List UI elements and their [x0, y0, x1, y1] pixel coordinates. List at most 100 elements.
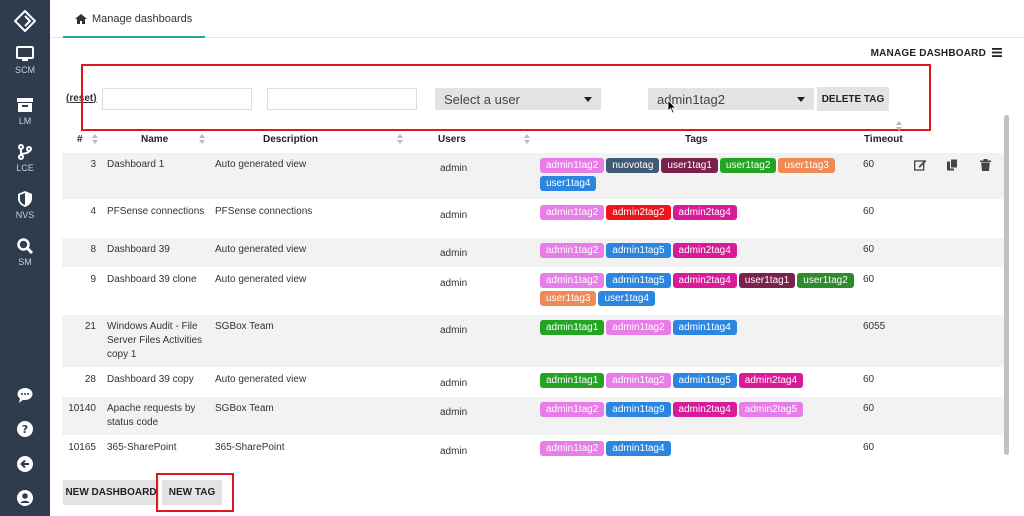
tag-badge[interactable]: admin1tag2: [540, 205, 605, 220]
svg-text:?: ?: [22, 423, 28, 436]
sort-icon[interactable]: [524, 134, 530, 144]
table-row[interactable]: 10165 365-SharePoint 365-SharePoint admin 60…: [62, 436, 1006, 463]
sidebar-item-scm[interactable]: SCM: [0, 46, 50, 75]
user-select-value: Select a user: [444, 92, 520, 107]
chat-button[interactable]: [0, 387, 50, 403]
table-row[interactable]: 4 PFSense connections PFSense connections a…: [62, 200, 1006, 237]
tag-badge[interactable]: user1tag3: [778, 158, 835, 173]
tag-badge[interactable]: admin1tag2: [540, 273, 605, 288]
tag-badge[interactable]: user1tag4: [598, 291, 655, 306]
user-select[interactable]: Select a user: [435, 88, 601, 110]
sidebar-item-nvs[interactable]: NVS: [0, 191, 50, 220]
tag-badge[interactable]: admin1tag1: [540, 373, 605, 388]
delete-tag-button[interactable]: DELETE TAG: [817, 87, 889, 111]
tag-badge[interactable]: admin2tag2: [606, 205, 671, 220]
row-tags: admin1tag1 admin1tag2 admin1tag5 admin2tag4: [540, 373, 860, 391]
table-row[interactable]: 28 Dashboard 39 copy Auto generated view ad…: [62, 368, 1006, 396]
row-user: admin: [440, 163, 468, 174]
tag-badge[interactable]: admin2tag4: [672, 273, 737, 288]
tag-badge[interactable]: user1tag3: [540, 291, 597, 306]
row-timeout: 60: [863, 159, 875, 170]
tag-badge[interactable]: admin1tag1: [540, 320, 605, 335]
tag-badge[interactable]: admin2tag4: [672, 243, 737, 258]
row-timeout: 60: [863, 274, 875, 285]
table-row[interactable]: 3 Dashboard 1 Auto generated view admin 60 ad…: [62, 153, 1006, 199]
row-tags: admin1tag2 admin1tag9 admin2tag4 admin2tag5: [540, 402, 860, 420]
tag-badge[interactable]: admin1tag2: [540, 158, 605, 173]
tab-label: Manage dashboards: [92, 13, 193, 25]
row-description: Auto generated view: [215, 244, 307, 255]
user-button[interactable]: [0, 490, 50, 506]
tag-badge[interactable]: user1tag1: [738, 273, 796, 288]
row-timeout: 6055: [863, 321, 886, 332]
table-row[interactable]: 8 Dashboard 39 Auto generated view admin 60 a…: [62, 238, 1006, 267]
tag-badge[interactable]: admin2tag5: [738, 402, 804, 417]
vertical-scrollbar[interactable]: [1004, 115, 1009, 455]
name-filter-input[interactable]: [102, 88, 252, 110]
row-timeout: 60: [863, 403, 875, 414]
tab-manage-dashboards[interactable]: Manage dashboards: [63, 0, 205, 38]
sidebar-item-sm[interactable]: SM: [0, 238, 50, 267]
manage-dashboard-label: MANAGE DASHBOARD: [870, 48, 987, 59]
new-tag-button[interactable]: NEW TAG: [162, 480, 222, 505]
chevron-down-icon: [584, 97, 592, 102]
new-dashboard-button[interactable]: NEW DASHBOARD: [63, 480, 159, 505]
tag-badge[interactable]: admin1tag5: [606, 243, 671, 258]
shield-icon: [18, 191, 32, 207]
tag-badge[interactable]: admin1tag5: [672, 373, 737, 388]
tag-badge[interactable]: nuovotag: [606, 158, 660, 173]
search-icon: [17, 238, 33, 254]
logo-icon[interactable]: [14, 10, 36, 32]
row-name: PFSense connections: [107, 206, 205, 217]
tag-badge[interactable]: user1tag1: [661, 158, 718, 173]
row-description: SGBox Team: [215, 403, 274, 414]
edit-icon[interactable]: [914, 159, 927, 171]
help-button[interactable]: ?: [0, 421, 50, 437]
tag-badge[interactable]: user1tag2: [797, 273, 854, 288]
chat-icon: [17, 388, 33, 403]
trash-icon[interactable]: [980, 159, 991, 171]
mouse-cursor-icon: [667, 99, 677, 114]
sort-icon[interactable]: [92, 134, 98, 144]
tag-badge[interactable]: admin1tag2: [540, 402, 605, 417]
tag-badge[interactable]: admin1tag4: [606, 441, 671, 456]
row-user: admin: [440, 407, 468, 418]
row-name: Dashboard 1: [107, 159, 165, 170]
reset-link[interactable]: (reset): [66, 93, 97, 104]
table-row[interactable]: 10140 Apache requests by status code SGBox…: [62, 397, 1006, 435]
tag-badge[interactable]: user1tag2: [719, 158, 777, 173]
tag-badge[interactable]: admin1tag4: [672, 320, 737, 335]
tag-badge[interactable]: admin1tag2: [606, 320, 671, 335]
tag-badge[interactable]: admin1tag2: [606, 373, 671, 388]
row-timeout: 60: [863, 244, 875, 255]
back-button[interactable]: [0, 456, 50, 472]
tag-badge[interactable]: admin2tag4: [672, 205, 737, 220]
copy-icon[interactable]: [947, 159, 958, 171]
tag-badge[interactable]: admin1tag9: [606, 402, 671, 417]
manage-dashboard-button[interactable]: MANAGE DASHBOARD: [871, 48, 1002, 59]
tag-badge[interactable]: admin1tag2: [540, 441, 605, 456]
row-tags: admin1tag2 admin2tag2 admin2tag4: [540, 205, 860, 223]
tag-badge[interactable]: admin1tag5: [606, 273, 671, 288]
row-description: Auto generated view: [215, 274, 307, 285]
sort-icon[interactable]: [896, 121, 902, 131]
tag-badge[interactable]: admin2tag4: [672, 402, 737, 417]
app-root: SCM LM LCE NVS SM ? Manage dashboards MA…: [0, 0, 1024, 516]
tag-badge[interactable]: user1tag4: [540, 176, 597, 191]
sidebar-item-lce[interactable]: LCE: [0, 144, 50, 173]
sort-icon[interactable]: [199, 134, 205, 144]
hamburger-menu-icon: [992, 48, 1002, 57]
description-filter-input[interactable]: [267, 88, 417, 110]
tag-badge[interactable]: admin1tag2: [540, 243, 605, 258]
row-name: Dashboard 39 copy: [107, 374, 194, 385]
tag-badge[interactable]: admin2tag4: [738, 373, 804, 388]
row-user: admin: [440, 446, 468, 457]
row-timeout: 60: [863, 206, 875, 217]
sidebar-item-label: LM: [18, 116, 32, 126]
row-name: Dashboard 39 clone: [107, 274, 197, 285]
table-row[interactable]: 21 Windows Audit - File Server Files Acti…: [62, 315, 1006, 367]
table-row[interactable]: 9 Dashboard 39 clone Auto generated view ad…: [62, 268, 1006, 314]
row-description: Auto generated view: [215, 374, 307, 385]
sidebar-item-lm[interactable]: LM: [0, 97, 50, 126]
sort-icon[interactable]: [397, 134, 403, 144]
